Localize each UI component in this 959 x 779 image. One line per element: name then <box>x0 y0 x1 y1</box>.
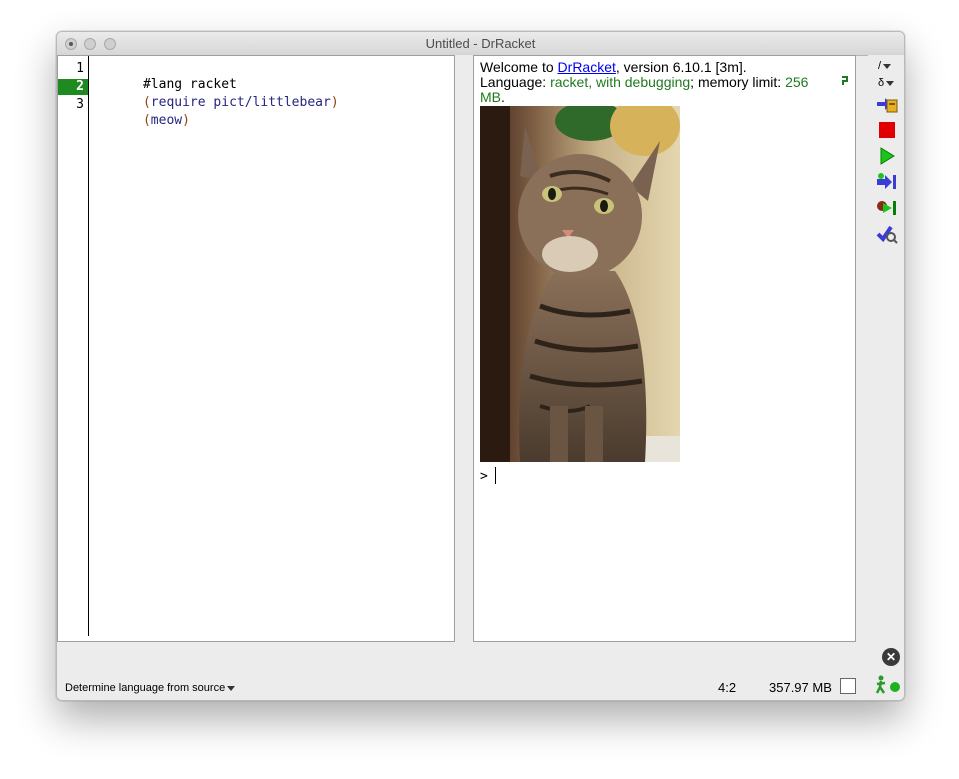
open-paren: ( <box>142 113 151 128</box>
drracket-window: Untitled - DrRacket 1 2 3 #lang racket (… <box>56 31 905 701</box>
pane-splitter[interactable] <box>455 55 473 642</box>
memory-usage[interactable]: 357.97 MB <box>769 680 832 695</box>
definitions-editor[interactable]: 1 2 3 #lang racket (require pict/littleb… <box>57 55 455 642</box>
code-text: meow <box>150 113 183 128</box>
code-line[interactable]: (meow) <box>96 97 190 145</box>
memory-prefix: ; memory limit: <box>690 74 786 90</box>
run-button[interactable] <box>876 145 898 167</box>
window-title: Untitled - DrRacket <box>425 36 536 51</box>
check-syntax-button[interactable] <box>876 93 898 115</box>
memory-end: . <box>501 89 505 105</box>
language-select-label: Determine language from source <box>65 682 226 694</box>
chevron-down-icon <box>227 685 236 691</box>
close-paren: ) <box>182 113 190 128</box>
line-number: 1 <box>76 61 84 76</box>
memory-unit-line: MB. <box>480 90 505 105</box>
step-button[interactable] <box>876 171 898 193</box>
delta-menu[interactable]: δ <box>878 77 895 89</box>
macro-stepper-icon <box>876 225 898 244</box>
function-menu-label: / <box>878 60 882 72</box>
debug-icon <box>877 201 896 215</box>
welcome-line: Welcome to DrRacket, version 6.10.1 [3m]… <box>480 60 747 75</box>
step-icon <box>877 173 896 189</box>
language-line: Language: racket, with debugging; memory… <box>480 75 808 90</box>
toolbar: / δ <box>868 55 904 642</box>
macro-stepper-button[interactable] <box>876 223 898 245</box>
status-bar: ✕ Determine language from source 4:2 357… <box>57 642 904 700</box>
welcome-suffix: , version 6.10.1 [3m]. <box>615 59 747 75</box>
line-number: 3 <box>76 97 84 112</box>
memory-unit: MB <box>480 89 501 105</box>
repl-prompt: > <box>480 469 488 484</box>
language-value: racket, with debugging <box>550 74 691 90</box>
close-paren: ) <box>330 95 339 110</box>
language-select[interactable]: Determine language from source <box>65 682 236 694</box>
drracket-link[interactable]: DrRacket <box>558 59 616 75</box>
stop-button[interactable] <box>876 119 898 141</box>
cat-image <box>480 106 680 462</box>
check-syntax-icon <box>877 98 898 113</box>
language-prefix: Language: <box>480 74 551 90</box>
cursor-position: 4:2 <box>718 680 737 695</box>
memory-limit-value: 256 <box>785 74 809 90</box>
gc-box <box>840 678 856 694</box>
stop-icon <box>879 122 895 138</box>
interactions-pane[interactable]: Welcome to DrRacket, version 6.10.1 [3m]… <box>473 55 856 642</box>
run-icon <box>880 147 895 165</box>
line-number-active: 2 <box>58 79 88 95</box>
chevron-down-icon <box>886 80 895 86</box>
title-bar[interactable]: Untitled - DrRacket <box>57 32 904 56</box>
function-menu[interactable]: / <box>878 60 892 72</box>
chevron-down-icon <box>883 63 892 69</box>
status-indicator <box>890 682 900 692</box>
delta-menu-label: δ <box>878 77 885 89</box>
gc-icon <box>841 76 849 89</box>
close-icon[interactable]: ✕ <box>882 648 900 666</box>
running-man-icon <box>874 675 888 695</box>
debug-button[interactable] <box>876 197 898 219</box>
line-number-gutter: 1 2 3 <box>58 56 89 636</box>
text-cursor <box>495 467 496 484</box>
welcome-prefix: Welcome to <box>480 59 558 75</box>
